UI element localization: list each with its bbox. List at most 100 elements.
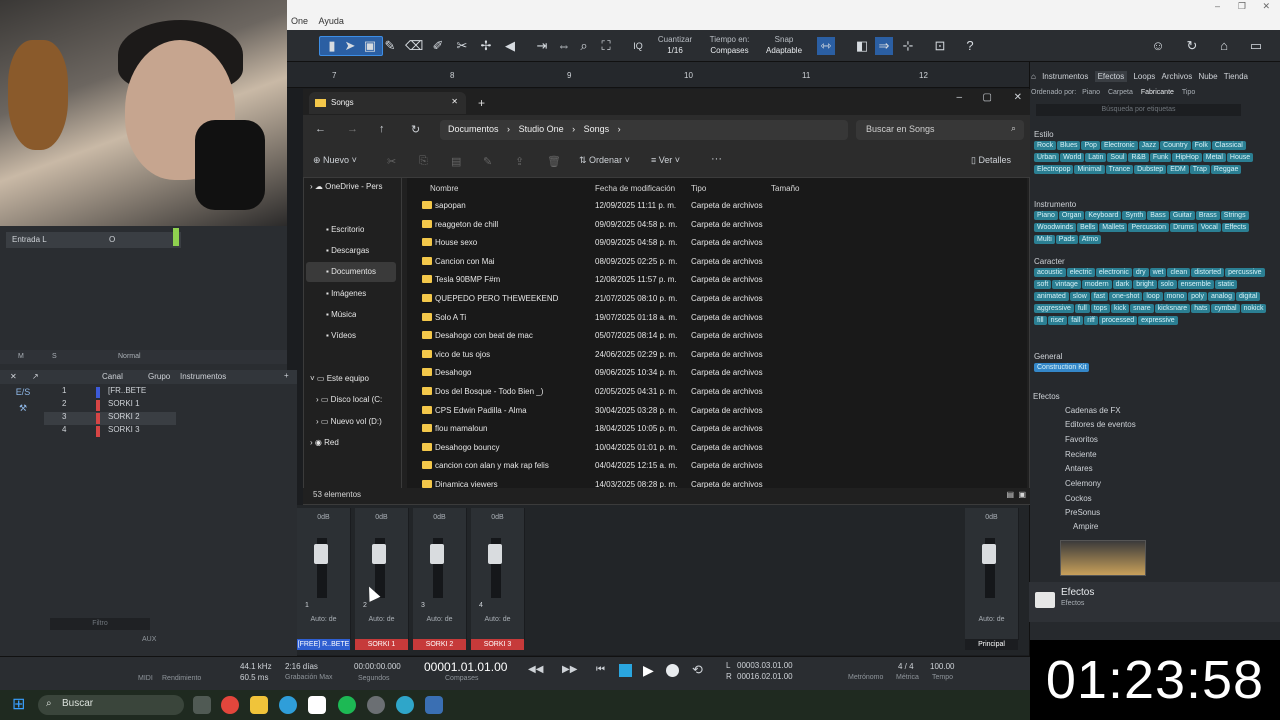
timeline-ruler[interactable]: 7 8 9 10 11 12 <box>287 62 1029 88</box>
tag-chip[interactable]: distorted <box>1191 268 1225 277</box>
tag-chip[interactable]: bright <box>1133 280 1157 289</box>
tag-search-input[interactable]: Búsqueda por etiquetas <box>1036 104 1241 116</box>
tab-nube[interactable]: Nube <box>1198 72 1217 81</box>
loop-start[interactable]: 00003.03.01.00 <box>737 661 793 670</box>
speaker-tool-icon[interactable]: ◀ <box>501 37 519 55</box>
to-start-icon[interactable]: ⏮ <box>596 664 605 675</box>
track-inspector-icon[interactable]: ◧ <box>853 37 871 55</box>
tag-chip[interactable]: acoustic <box>1034 268 1066 277</box>
telegram-icon[interactable] <box>279 696 297 714</box>
explorer-tab-songs[interactable]: Songs ✕ <box>309 92 466 114</box>
details-button[interactable]: ▯ Detalles <box>971 155 1011 166</box>
edge-icon[interactable] <box>396 696 414 714</box>
tree-item[interactable]: Editores de eventos <box>1065 418 1136 432</box>
cut-icon[interactable]: ✂ <box>387 155 396 168</box>
tag-chip[interactable]: Metal <box>1202 153 1226 162</box>
mute-button[interactable]: M <box>18 353 24 360</box>
tag-chip[interactable]: snare <box>1130 304 1154 313</box>
record-icon[interactable] <box>666 664 679 677</box>
tag-chip[interactable]: loop <box>1143 292 1163 301</box>
tag-chip[interactable]: Percussion <box>1128 223 1170 232</box>
tag-chip[interactable]: HipHop <box>1172 153 1202 162</box>
tag-chip[interactable]: kicksnare <box>1154 304 1191 313</box>
tag-chip[interactable]: EDM <box>1167 165 1189 174</box>
menu-item-ayuda[interactable]: Ayuda <box>319 16 344 26</box>
up-icon[interactable]: ↑ <box>379 123 385 135</box>
tree-item[interactable]: Reciente <box>1065 448 1097 462</box>
forward-icon[interactable]: ▶▶ <box>562 664 577 675</box>
maximize-icon[interactable]: ❐ <box>1238 1 1246 12</box>
tag-chip[interactable]: fast <box>1090 292 1109 301</box>
tag-chip[interactable]: Guitar <box>1169 211 1195 220</box>
more-icon[interactable]: ··· <box>711 153 722 165</box>
tree-item[interactable]: PreSonus <box>1065 506 1100 520</box>
menu-item-one[interactable]: One <box>291 16 308 26</box>
refresh-icon[interactable]: ↻ <box>411 123 420 136</box>
file-row[interactable]: Tesla 90BMP F#m 12/08/2025 11:57 p. m. Car… <box>420 271 820 290</box>
pencil-tool-icon[interactable]: ✎ <box>381 37 399 55</box>
file-row[interactable]: cancion con alan y mak rap felis 04/04/20… <box>420 457 820 476</box>
tag-chip[interactable]: Folk <box>1191 141 1211 150</box>
forward-icon[interactable]: → <box>347 123 358 135</box>
tree-item[interactable]: Celemony <box>1065 477 1101 491</box>
bars-label[interactable]: Compases <box>445 675 478 682</box>
tag-chip[interactable]: expressive <box>1138 316 1178 325</box>
new-tab-icon[interactable]: + <box>478 96 485 110</box>
tag-chip[interactable]: hats <box>1191 304 1211 313</box>
minimize-icon[interactable]: – <box>1215 1 1220 11</box>
nav-videos[interactable]: ▪ Vídeos <box>326 326 356 346</box>
tag-chip[interactable]: solo <box>1157 280 1177 289</box>
sort-button[interactable]: ⇅ Ordenar ˅ <box>579 155 630 166</box>
tag-chip[interactable]: Trance <box>1105 165 1134 174</box>
delete-icon[interactable]: 🗑 <box>547 155 561 168</box>
tag-chip[interactable]: vintage <box>1052 280 1081 289</box>
file-row[interactable]: vico de tus ojos 24/06/2025 02:29 p. m. Ca… <box>420 346 820 365</box>
tree-item[interactable]: Favoritos <box>1065 433 1098 447</box>
snapshot-icon[interactable]: ⊡ <box>931 37 949 55</box>
breadcrumb[interactable]: Documentos › Studio One › Songs › <box>440 120 848 140</box>
tag-chip[interactable]: Atmo <box>1078 235 1102 244</box>
mute-tool-icon[interactable]: ✂ <box>453 37 471 55</box>
timebase-value[interactable]: Compases <box>702 46 757 55</box>
file-row[interactable]: QUEPEDO PERO THEWEEKEND 21/07/2025 08:10 … <box>420 290 820 309</box>
nav-disco-d[interactable]: › ▭ Nuevo vol (D:) <box>316 412 398 432</box>
tab-loops[interactable]: Loops <box>1133 72 1155 81</box>
track-row[interactable]: 4 SORKI 3 <box>44 425 176 438</box>
tag-chip[interactable]: processed <box>1098 316 1138 325</box>
seconds-label[interactable]: Segundos <box>358 675 390 682</box>
range-tool-icon[interactable]: ▣ <box>361 37 379 55</box>
eraser-tool-icon[interactable]: ⌫ <box>405 37 423 55</box>
tag-chip[interactable]: full <box>1074 304 1090 313</box>
tag-chip[interactable]: Brass <box>1195 211 1220 220</box>
tag-chip[interactable]: electronic <box>1095 268 1132 277</box>
tag-chip[interactable]: tops <box>1090 304 1111 313</box>
tag-chip[interactable]: Drums <box>1170 223 1197 232</box>
tag-chip[interactable]: Classical <box>1211 141 1246 150</box>
tag-chip[interactable]: nokick <box>1240 304 1267 313</box>
nav-escritorio[interactable]: ▪ Escritorio <box>326 220 364 240</box>
add-track-icon[interactable]: + <box>284 371 289 380</box>
windows-start-icon[interactable]: ⊞ <box>12 696 30 714</box>
play-icon[interactable]: ▶ <box>643 662 654 679</box>
nav-este-equipo[interactable]: ˅ ▭ Este equipo <box>310 369 369 389</box>
mode-select[interactable]: Normal <box>118 353 141 360</box>
tag-chip[interactable]: World <box>1060 153 1085 162</box>
tag-chip[interactable]: Dubstep <box>1134 165 1167 174</box>
column-fecha[interactable]: Fecha de modificación <box>595 184 675 193</box>
loop-end[interactable]: 00016.02.01.00 <box>737 672 793 681</box>
channel-fader[interactable] <box>314 544 328 564</box>
sort-carpeta[interactable]: Carpeta <box>1108 89 1133 96</box>
loop-icon[interactable]: ⟲ <box>692 662 703 678</box>
tag-chip[interactable]: Multi <box>1034 235 1055 244</box>
spotify-icon[interactable] <box>338 696 356 714</box>
sort-fabricante[interactable]: Fabricante <box>1141 89 1174 96</box>
tag-chip[interactable]: cymbal <box>1211 304 1240 313</box>
tab-instrumentos[interactable]: Instrumentos <box>1042 72 1088 81</box>
tag-chip[interactable]: House <box>1226 153 1254 162</box>
crumb-songs[interactable]: Songs <box>584 124 610 134</box>
channel-automation[interactable]: Auto: de <box>471 616 524 623</box>
help-icon[interactable]: ? <box>961 37 979 55</box>
tag-chip[interactable]: wet <box>1149 268 1167 277</box>
channel-automation[interactable]: Auto: de <box>297 616 350 623</box>
close-icon[interactable]: ✕ <box>1262 1 1270 12</box>
